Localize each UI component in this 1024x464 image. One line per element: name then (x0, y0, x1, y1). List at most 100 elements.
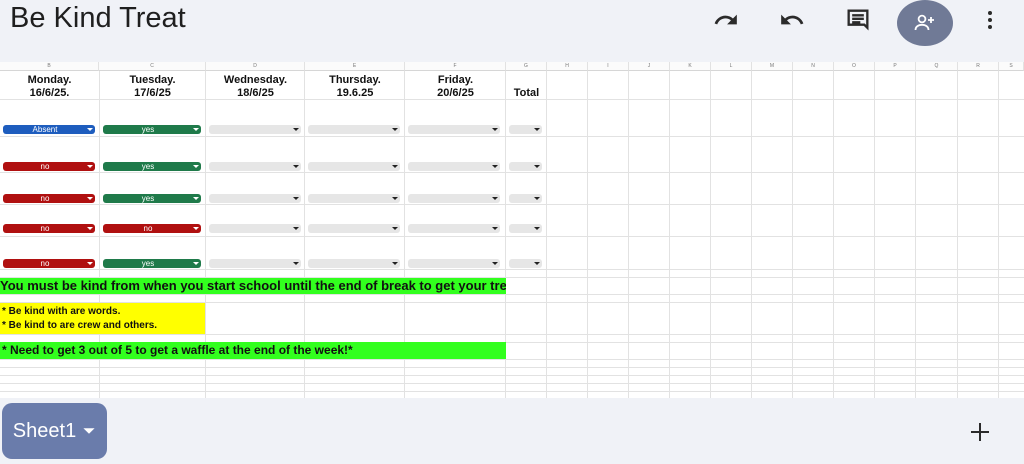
banner-rule[interactable]: You must be kind from when you start sch… (0, 278, 506, 294)
dropdown-arrow-icon (392, 197, 398, 200)
grid-line (874, 71, 875, 398)
grid-line (0, 359, 1024, 360)
column-header-k[interactable]: K (670, 62, 711, 71)
status-dropdown[interactable] (308, 125, 400, 134)
column-header-l[interactable]: L (711, 62, 752, 71)
dropdown-arrow-icon (534, 197, 540, 200)
status-dropdown-value: Absent (32, 125, 58, 134)
dropdown-arrow-icon (492, 197, 498, 200)
day-name: Friday. (437, 74, 474, 86)
column-header-j[interactable]: J (629, 62, 670, 71)
document-title[interactable]: Be Kind Treat (10, 2, 186, 35)
status-dropdown[interactable]: no (3, 224, 95, 233)
column-header-d[interactable]: D (206, 62, 305, 71)
column-header-c[interactable]: C (99, 62, 206, 71)
grid-line (0, 391, 1024, 392)
comment-button[interactable] (838, 4, 878, 36)
day-header-monday[interactable]: Monday. 16/6/25. (0, 74, 99, 100)
redo-button[interactable] (772, 4, 812, 36)
column-header-m[interactable]: M (752, 62, 793, 71)
grid-line (833, 71, 834, 398)
status-dropdown[interactable]: Absent (3, 125, 95, 134)
status-dropdown[interactable] (209, 259, 301, 268)
dropdown-arrow-icon (492, 128, 498, 131)
more-options-button[interactable] (970, 4, 1010, 36)
dropdown-arrow-icon (492, 227, 498, 230)
status-dropdown[interactable]: no (3, 259, 95, 268)
day-header-total[interactable]: Total (506, 74, 547, 100)
status-dropdown[interactable] (509, 224, 542, 233)
status-dropdown-value: no (40, 162, 50, 171)
column-header-b[interactable]: B (0, 62, 99, 71)
dropdown-arrow-icon (87, 262, 93, 265)
day-header-wednesday[interactable]: Wednesday. 18/6/25 (206, 74, 305, 100)
status-dropdown[interactable] (308, 194, 400, 203)
status-dropdown[interactable] (209, 194, 301, 203)
status-dropdown[interactable] (509, 162, 542, 171)
status-dropdown[interactable] (408, 224, 500, 233)
day-date: 19.6.25 (336, 87, 374, 99)
column-header-e[interactable]: E (305, 62, 405, 71)
grid-line (0, 334, 1024, 335)
bottom-bar: Sheet1 (0, 398, 1024, 464)
grid-line (0, 375, 1024, 376)
status-dropdown[interactable] (408, 162, 500, 171)
column-header-q[interactable]: Q (916, 62, 958, 71)
dropdown-arrow-icon (534, 128, 540, 131)
status-dropdown[interactable]: no (103, 224, 201, 233)
rule-line-2: * Be kind to are crew and others. (2, 320, 158, 331)
grid-line (957, 71, 958, 398)
status-dropdown[interactable] (209, 125, 301, 134)
status-dropdown[interactable] (509, 259, 542, 268)
grid-line (546, 71, 547, 398)
status-dropdown[interactable] (308, 162, 400, 171)
status-dropdown[interactable] (209, 162, 301, 171)
day-header-tuesday[interactable]: Tuesday. 17/6/25 (99, 74, 206, 100)
column-header-i[interactable]: I (588, 62, 629, 71)
status-dropdown[interactable] (209, 224, 301, 233)
day-header-thursday[interactable]: Thursday. 19.6.25 (305, 74, 405, 100)
column-header-g[interactable]: G (506, 62, 547, 71)
banner-goal[interactable]: * Need to get 3 out of 5 to get a waffle… (0, 342, 506, 359)
dropdown-arrow-icon (193, 262, 199, 265)
dropdown-arrow-icon (87, 165, 93, 168)
status-dropdown[interactable]: yes (103, 194, 201, 203)
column-header-o[interactable]: O (834, 62, 875, 71)
status-dropdown[interactable] (509, 194, 542, 203)
day-date: 17/6/25 (134, 87, 171, 99)
undo-button[interactable] (706, 4, 746, 36)
dropdown-arrow-icon (193, 227, 199, 230)
column-header-f[interactable]: F (405, 62, 506, 71)
share-button[interactable] (897, 0, 953, 46)
status-dropdown[interactable]: yes (103, 162, 201, 171)
status-dropdown[interactable]: yes (103, 259, 201, 268)
sheet-tab-sheet1[interactable]: Sheet1 (2, 403, 107, 459)
status-dropdown[interactable] (408, 194, 500, 203)
column-header-r[interactable]: R (958, 62, 999, 71)
status-dropdown[interactable] (509, 125, 542, 134)
spreadsheet-grid[interactable]: B C D E F G H I J K L M N O P Q R S Mond… (0, 62, 1024, 398)
total-blank (506, 74, 547, 87)
status-dropdown[interactable] (308, 259, 400, 268)
person-add-icon (914, 14, 934, 31)
status-dropdown[interactable]: no (3, 162, 95, 171)
more-vert-icon (988, 11, 992, 29)
column-header-p[interactable]: P (875, 62, 916, 71)
status-dropdown[interactable] (408, 125, 500, 134)
status-dropdown[interactable] (408, 259, 500, 268)
column-header-h[interactable]: H (547, 62, 588, 71)
column-header-s[interactable]: S (999, 62, 1024, 71)
add-sheet-button[interactable] (964, 416, 996, 448)
day-header-friday[interactable]: Friday. 20/6/25 (405, 74, 506, 100)
rules-cell[interactable]: * Be kind with are words. * Be kind to a… (0, 303, 205, 334)
status-dropdown[interactable]: no (3, 194, 95, 203)
rule-line-1: * Be kind with are words. (2, 306, 121, 317)
status-dropdown[interactable] (308, 224, 400, 233)
status-dropdown[interactable]: yes (103, 125, 201, 134)
status-dropdown-value: yes (141, 125, 155, 134)
redo-icon (781, 14, 804, 25)
grid-line (0, 383, 1024, 384)
dropdown-arrow-icon (492, 165, 498, 168)
column-header-n[interactable]: N (793, 62, 834, 71)
dropdown-arrow-icon (534, 262, 540, 265)
